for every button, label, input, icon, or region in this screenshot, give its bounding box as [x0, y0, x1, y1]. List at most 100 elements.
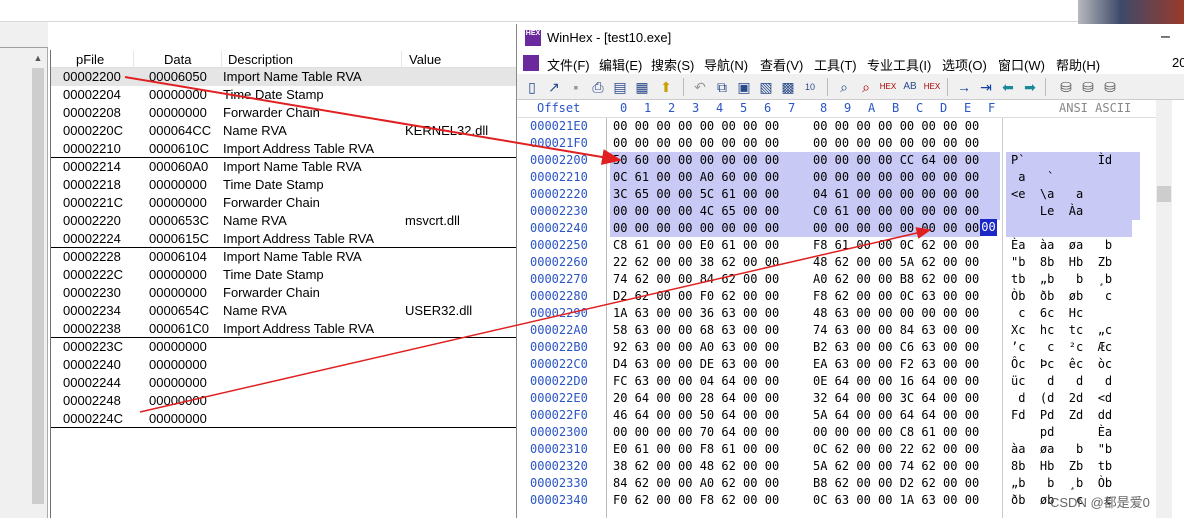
scrollbar-thumb[interactable] [32, 68, 44, 504]
table-row[interactable]: 00002240 00000000 [51, 356, 521, 374]
table-row[interactable]: 00002208 00000000 Forwarder Chain [51, 104, 521, 122]
open-icon[interactable]: ↗ [545, 78, 563, 96]
cell-data: 00006104 [149, 249, 207, 264]
hex-row[interactable]: 00002330 84 62 00 00 A0 62 00 00 B8 62 00 … [517, 475, 1157, 492]
hex-row[interactable]: 00002220 3C 65 00 00 5C 61 00 00 04 61 00 … [517, 186, 1157, 203]
hex-row[interactable]: 000022E0 20 64 00 00 28 64 00 00 32 64 00 … [517, 390, 1157, 407]
table-row[interactable]: 00002234 0000654C Name RVA USER32.dll [51, 302, 521, 320]
paste-icon[interactable]: ▣ [735, 78, 753, 96]
goto-offset-icon[interactable]: → [955, 78, 973, 96]
ram-editor-icon[interactable]: ⛁ [1101, 78, 1119, 96]
goto-sector-icon[interactable]: ⇥ [977, 78, 995, 96]
replace-text-icon[interactable]: HEX [879, 78, 897, 96]
find-again-icon[interactable]: HEX [923, 78, 941, 96]
hex-row[interactable]: 00002300 00 00 00 00 70 64 00 00 00 00 00 … [517, 424, 1157, 441]
table-row[interactable]: 0000224C 00000000 [51, 410, 521, 428]
table-row[interactable]: 00002218 00000000 Time Date Stamp [51, 176, 521, 194]
hex-row[interactable]: 00002320 38 62 00 00 48 62 00 00 5A 62 00 … [517, 458, 1157, 475]
cell-data: 00000000 [149, 285, 207, 300]
hex-row[interactable]: 00002280 D2 62 00 00 F0 62 00 00 F8 62 00 … [517, 288, 1157, 305]
table-row[interactable]: 0000222C 00000000 Time Date Stamp [51, 266, 521, 284]
table-row[interactable]: 00002228 00006104 Import Name Table RVA [51, 248, 521, 266]
clipboard-icon[interactable]: ▦ [633, 78, 651, 96]
hex-row[interactable]: 000022C0 D4 63 00 00 DE 63 00 00 EA 63 00 … [517, 356, 1157, 373]
binary-icon[interactable]: 10 [801, 78, 819, 96]
menu-file[interactable]: 文件(F) [547, 55, 590, 74]
table-row[interactable]: 00002238 000061C0 Import Address Table RVA [51, 320, 521, 338]
table-row[interactable]: 00002220 0000653C Name RVA msvcrt.dll [51, 212, 521, 230]
hex-cursor[interactable]: 00 [980, 219, 997, 236]
table-row[interactable]: 0000220C 000064CC Name RVA KERNEL32.dll [51, 122, 521, 140]
cell-desc: Import Address Table RVA [223, 321, 375, 336]
properties-icon[interactable]: ▤ [611, 78, 629, 96]
new-file-icon[interactable]: ▯ [523, 78, 541, 96]
hex-row[interactable]: 00002240 00 00 00 00 00 00 00 00 00 00 00 … [517, 220, 1157, 237]
export-icon[interactable]: ⬆ [657, 78, 675, 96]
replace-hex-icon[interactable]: AB [901, 78, 919, 96]
find-text-icon[interactable]: ⌕ [835, 78, 853, 96]
paste-write-icon[interactable]: ▧ [757, 78, 775, 96]
hex-row[interactable]: 00002270 74 62 00 00 84 62 00 00 A0 62 00 … [517, 271, 1157, 288]
scroll-up-arrow-icon[interactable]: ▲ [30, 50, 46, 66]
table-row[interactable]: 0000223C 00000000 [51, 338, 521, 356]
table-row[interactable]: 00002210 0000610C Import Address Table RVA [51, 140, 521, 158]
menu-options[interactable]: 选项(O) [942, 55, 987, 74]
table-row[interactable]: 00002230 00000000 Forwarder Chain [51, 284, 521, 302]
table-row[interactable]: 0000221C 00000000 Forwarder Chain [51, 194, 521, 212]
ansi-ascii-header: ANSI ASCII [1059, 101, 1132, 115]
table-row[interactable]: 00002244 00000000 [51, 374, 521, 392]
hex-row[interactable]: 000022D0 FC 63 00 00 04 64 00 00 0E 64 00 … [517, 373, 1157, 390]
column-header-value[interactable]: Value [409, 51, 441, 68]
hex-row[interactable]: 000021E0 00 00 00 00 00 00 00 00 00 00 00 … [517, 118, 1157, 135]
table-row[interactable]: 00002248 00000000 [51, 392, 521, 410]
find-hex-icon[interactable]: ⌕ [857, 78, 875, 96]
menu-specialist-tools[interactable]: 专业工具(I) [867, 55, 931, 74]
save-icon[interactable]: ▪ [567, 78, 585, 96]
menu-tools[interactable]: 工具(T) [814, 55, 857, 74]
table-row[interactable]: 00002200 00006050 Import Name Table RVA [51, 68, 521, 86]
hex-off: 00002230 [530, 204, 588, 218]
hex-row[interactable]: 00002200 50 60 00 00 00 00 00 00 00 00 00 … [517, 152, 1157, 169]
hex-row[interactable]: 00002260 22 62 00 00 38 62 00 00 48 62 00 … [517, 254, 1157, 271]
undo-icon[interactable]: ↶ [691, 78, 709, 96]
back-icon[interactable]: ⬅ [999, 78, 1017, 96]
table-row[interactable]: 00002224 0000615C Import Address Table RVA [51, 230, 521, 248]
hex-row[interactable]: 000022F0 46 64 00 00 50 64 00 00 5A 64 00 … [517, 407, 1157, 424]
column-header-pfile[interactable]: pFile [76, 51, 104, 68]
menu-edit[interactable]: 编辑(E) [599, 55, 642, 74]
document-icon[interactable] [523, 55, 539, 71]
hex-row[interactable]: 00002230 00 00 00 00 4C 65 00 00 C0 61 00 … [517, 203, 1157, 220]
menu-overflow: 20 [1172, 55, 1184, 70]
menu-navigation[interactable]: 导航(N) [704, 55, 748, 74]
hex-off: 000022B0 [530, 340, 588, 354]
cell-pfile: 00002220 [63, 213, 121, 228]
hex-row[interactable]: 000021F0 00 00 00 00 00 00 00 00 00 00 00 … [517, 135, 1157, 152]
hex-scrollbar-thumb[interactable] [1157, 186, 1171, 202]
menu-view[interactable]: 查看(V) [760, 55, 803, 74]
copy-block-icon[interactable]: ▩ [779, 78, 797, 96]
hex-row[interactable]: 000022B0 92 63 00 00 A0 63 00 00 B2 63 00 … [517, 339, 1157, 356]
hex-row[interactable]: 000022A0 58 63 00 00 68 63 00 00 74 63 00 … [517, 322, 1157, 339]
hex-asc: üc d d d [1011, 374, 1113, 388]
copy-icon[interactable]: ⧉ [713, 78, 731, 96]
left-vertical-scrollbar[interactable]: ▲ [30, 50, 46, 518]
hex-row[interactable]: 00002310 E0 61 00 00 F8 61 00 00 0C 62 00 … [517, 441, 1157, 458]
menu-help[interactable]: 帮助(H) [1056, 55, 1100, 74]
cell-data: 000060A0 [149, 159, 209, 174]
column-header-description[interactable]: Description [228, 51, 293, 68]
table-row[interactable]: 00002214 000060A0 Import Name Table RVA [51, 158, 521, 176]
print-icon[interactable]: ⎙ [589, 78, 607, 96]
table-row[interactable]: 00002204 00000000 Time Date Stamp [51, 86, 521, 104]
minimize-icon[interactable]: – [1161, 28, 1170, 46]
hex-vertical-scrollbar[interactable] [1156, 100, 1172, 518]
menu-window[interactable]: 窗口(W) [998, 55, 1045, 74]
forward-icon[interactable]: ➡ [1021, 78, 1039, 96]
column-header-data[interactable]: Data [164, 51, 191, 68]
hex-row[interactable]: 00002210 0C 61 00 00 A0 60 00 00 00 00 00 … [517, 169, 1157, 186]
menu-search[interactable]: 搜索(S) [651, 55, 694, 74]
disk-editor-icon[interactable]: ⛁ [1079, 78, 1097, 96]
disk-icon[interactable]: ⛁ [1057, 78, 1075, 96]
hex-off: 00002200 [530, 153, 588, 167]
hex-row[interactable]: 00002290 1A 63 00 00 36 63 00 00 48 63 00 … [517, 305, 1157, 322]
hex-row[interactable]: 00002250 C8 61 00 00 E0 61 00 00 F8 61 00 … [517, 237, 1157, 254]
